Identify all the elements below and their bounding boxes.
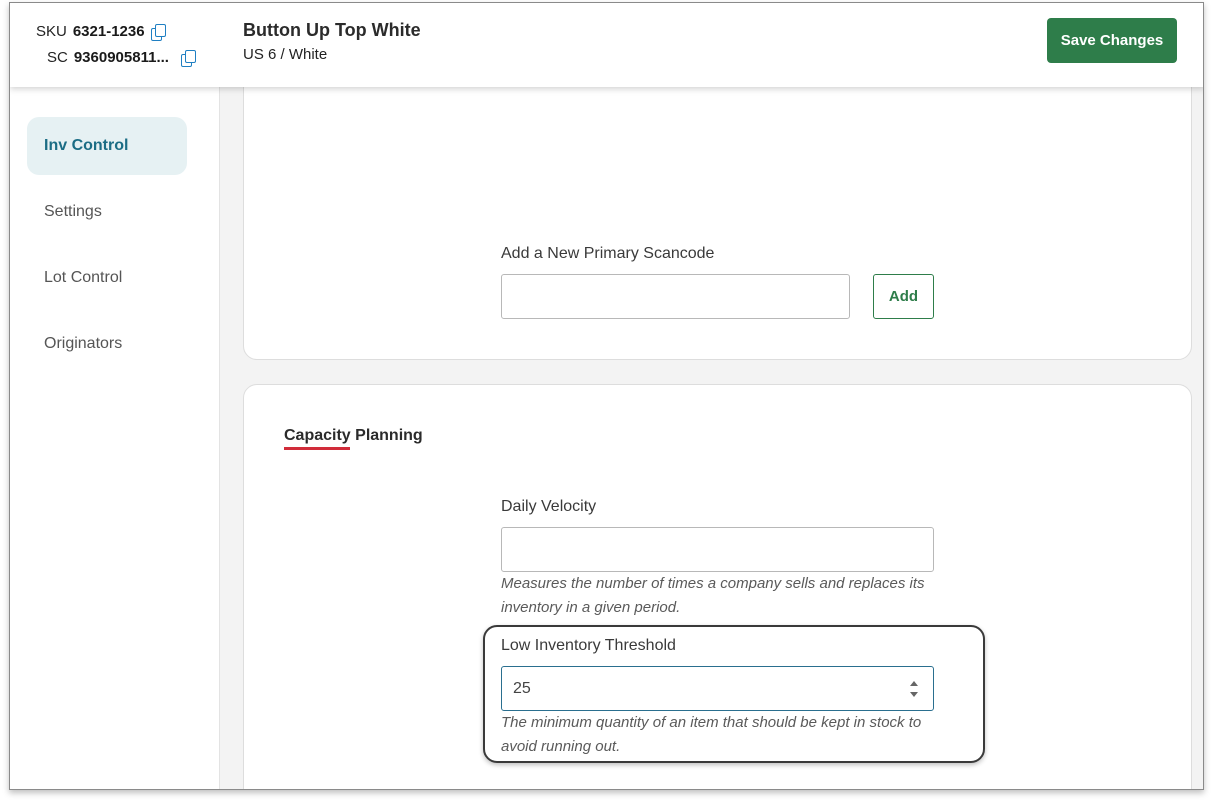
sc-row: SC 9360905811... bbox=[47, 49, 196, 67]
copy-icon[interactable] bbox=[150, 23, 166, 41]
sidebar-item-label: Lot Control bbox=[44, 269, 123, 286]
sidebar: Inv Control Settings Lot Control Origina… bbox=[10, 87, 220, 789]
sidebar-item-label: Originators bbox=[44, 335, 123, 352]
daily-velocity-input[interactable] bbox=[501, 527, 934, 572]
new-scancode-label: Add a New Primary Scancode bbox=[501, 245, 715, 262]
sc-label: SC bbox=[47, 49, 68, 66]
save-changes-button[interactable]: Save Changes bbox=[1047, 18, 1177, 63]
sku-value: 6321-1236 bbox=[72, 23, 145, 40]
title-underline bbox=[284, 447, 350, 450]
low-threshold-value: 25 bbox=[513, 679, 531, 697]
app-window: SKU 6321-1236 SC 9360905811... Button Up… bbox=[9, 2, 1204, 790]
number-spinner-icon[interactable] bbox=[910, 681, 919, 697]
daily-velocity-help: Measures the number of times a company s… bbox=[501, 575, 925, 616]
add-scancode-button[interactable]: Add bbox=[873, 274, 934, 319]
daily-velocity-label: Daily Velocity bbox=[501, 498, 597, 515]
low-threshold-help: The minimum quantity of an item that sho… bbox=[501, 714, 922, 755]
sidebar-item-label: Settings bbox=[44, 203, 102, 220]
sidebar-item-inv-control[interactable]: Inv Control bbox=[27, 117, 187, 175]
sku-label: SKU bbox=[36, 23, 67, 40]
main-content: Add a New Primary Scancode Add Capacity … bbox=[220, 87, 1203, 789]
sidebar-item-lot-control[interactable]: Lot Control bbox=[27, 249, 187, 307]
sku-row: SKU 6321-1236 bbox=[36, 23, 166, 41]
sidebar-item-label: Inv Control bbox=[44, 137, 129, 154]
new-scancode-input[interactable] bbox=[501, 274, 850, 319]
sc-value: 9360905811... bbox=[73, 49, 169, 66]
section-title: Capacity Planning bbox=[284, 427, 423, 444]
copy-icon[interactable] bbox=[180, 49, 196, 67]
scancode-card: Add a New Primary Scancode Add bbox=[243, 87, 1192, 360]
low-threshold-label: Low Inventory Threshold bbox=[501, 637, 676, 654]
low-threshold-input[interactable]: 25 bbox=[501, 666, 934, 711]
product-variant: US 6 / White bbox=[243, 46, 328, 63]
item-header: SKU 6321-1236 SC 9360905811... Button Up… bbox=[10, 3, 1203, 87]
sidebar-item-settings[interactable]: Settings bbox=[27, 183, 187, 241]
sidebar-item-originators[interactable]: Originators bbox=[27, 315, 187, 373]
capacity-planning-card: Capacity Planning Daily Velocity Measure… bbox=[243, 384, 1192, 789]
product-title: Button Up Top White bbox=[243, 20, 421, 40]
